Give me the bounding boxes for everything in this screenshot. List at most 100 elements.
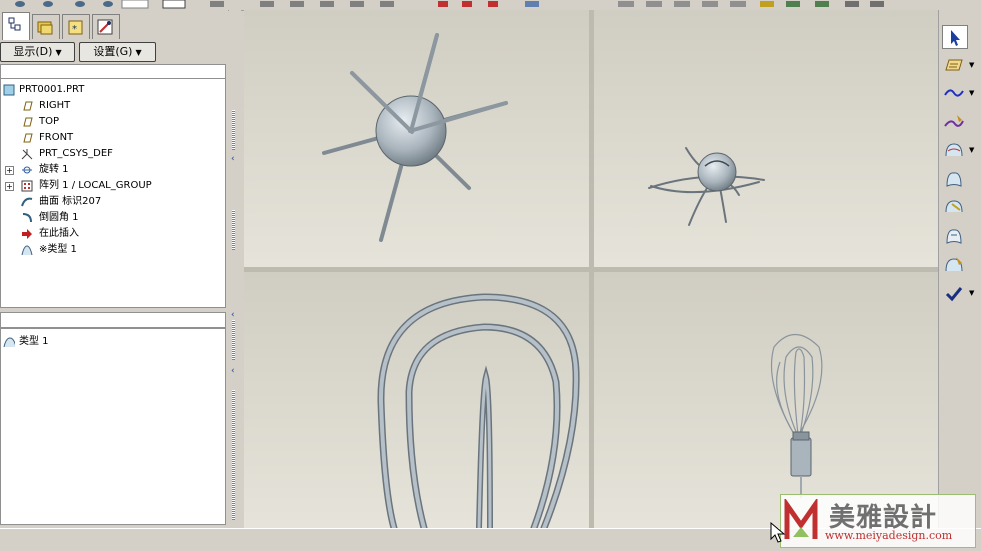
watermark: 美雅設計 www.meiyadesign.com (780, 494, 976, 548)
sketched-datum-button[interactable] (942, 54, 966, 76)
tree-item[interactable]: ※类型 1 (1, 242, 221, 258)
sash-grip[interactable] (232, 110, 235, 150)
tree-item[interactable]: 倒圆角 1 (1, 210, 221, 226)
select-arrow-button[interactable] (942, 25, 968, 49)
revolve-icon (22, 166, 32, 174)
chevron-down-icon: ▼ (55, 48, 62, 57)
select-arrow-icon (951, 30, 960, 46)
datum-plane-icon (23, 117, 33, 127)
surface-edit-button[interactable] (942, 225, 966, 247)
expand-toggle-icon[interactable]: + (5, 182, 14, 191)
sketched-datum-icon (945, 59, 963, 70)
viewport-bottom-right[interactable] (594, 272, 938, 528)
surface-trim-icon (945, 200, 963, 213)
tree-item-label: FRONT (39, 132, 74, 143)
surface-trim-button[interactable] (942, 196, 966, 218)
collapse-left-icon[interactable]: ‹ (231, 154, 235, 164)
tree-item-label: PRT0001.PRT (19, 84, 85, 95)
datum-curve-icon (944, 89, 964, 97)
surface-analysis-button[interactable] (942, 253, 966, 275)
whisk-front-zoom-graphic (377, 293, 580, 528)
sketch-curve-icon (944, 114, 964, 127)
confirm-check-button[interactable] (942, 282, 966, 304)
collapse-left-icon[interactable]: ‹ (231, 310, 235, 320)
show-menu-button[interactable]: 显示(D) ▼ (0, 42, 75, 62)
tree-item[interactable]: 曲面 标识207 (1, 194, 221, 210)
sash-grip[interactable] (232, 390, 235, 520)
right-feature-toolbar: ▼ ▼ ▼ ▼ (938, 10, 981, 528)
tree-item-label: 曲面 标识207 (39, 196, 102, 207)
tree-item[interactable]: + 阵列 1 / LOCAL_GROUP (1, 178, 221, 194)
sash-grip[interactable] (232, 320, 235, 360)
favorites-icon: * (68, 20, 83, 35)
panel-sash[interactable]: ‹ ‹ ‹ (229, 10, 241, 528)
svg-text:*: * (72, 24, 77, 35)
model-tree-icon (8, 17, 21, 31)
mouse-cursor-icon (770, 522, 786, 543)
whisk-end-view-graphic (322, 33, 508, 242)
tree-item[interactable]: FRONT (1, 130, 221, 146)
viewport-divider-horizontal[interactable] (244, 267, 938, 272)
style-surface-icon (945, 143, 963, 157)
tree-item[interactable]: TOP (1, 114, 221, 130)
tab-folder-browser[interactable] (32, 14, 60, 39)
model-tree: PRT0001.PRT RIGHT TOP FRONT PRT_CSYS_DEF + 旋转 … (0, 78, 226, 308)
dropdown-arrow-icon[interactable]: ▼ (969, 146, 974, 154)
datum-plane-icon (23, 133, 33, 143)
collapse-left-icon[interactable]: ‹ (231, 366, 235, 376)
tab-connections[interactable] (92, 14, 120, 39)
sash-grip[interactable] (232, 210, 235, 250)
show-menu-label: 显示(D) (13, 45, 53, 58)
datum-curve-button[interactable] (942, 82, 966, 104)
tree-item-label: 阵列 1 / LOCAL_GROUP (39, 180, 152, 191)
confirm-check-icon (945, 286, 963, 301)
style-surface-button[interactable] (942, 139, 966, 161)
watermark-logo (784, 499, 818, 539)
viewport-top-left[interactable] (244, 10, 589, 267)
tree-item-label: TOP (39, 116, 60, 127)
tab-favorites[interactable]: * (62, 14, 90, 39)
tree-item[interactable]: PRT0001.PRT (1, 82, 221, 98)
sketch-curve-button[interactable] (942, 111, 966, 133)
surface-analysis-icon (945, 257, 963, 272)
part-icon (3, 84, 15, 96)
navigator-tabs: * (0, 12, 228, 40)
layer-filter-strip (0, 312, 226, 328)
whisk-side-view-graphic (771, 333, 823, 498)
tree-item-label: 倒圆角 1 (39, 212, 79, 223)
dropdown-arrow-icon[interactable]: ▼ (969, 61, 974, 69)
boundary-surface-button[interactable] (942, 168, 966, 190)
insert-here-icon (22, 229, 32, 239)
csys-icon (21, 149, 33, 160)
tree-item-label: ※类型 1 (39, 244, 77, 255)
navigator-menus: 显示(D) ▼ 设置(G) ▼ (0, 42, 228, 62)
chevron-down-icon: ▼ (135, 48, 142, 57)
folder-icon (37, 21, 53, 35)
viewport-bottom-left[interactable] (244, 272, 589, 528)
surface-icon (21, 197, 33, 207)
settings-menu-button[interactable]: 设置(G) ▼ (79, 42, 156, 62)
tree-item[interactable]: + 旋转 1 (1, 162, 221, 178)
boundary-blend-icon (21, 245, 33, 256)
top-toolbar-icons[interactable] (0, 0, 981, 10)
round-icon (22, 213, 32, 223)
whisk-iso-view-graphic (648, 147, 765, 226)
dropdown-arrow-icon[interactable]: ▼ (969, 289, 974, 297)
tree-item-label: RIGHT (39, 100, 71, 111)
watermark-url: www.meiyadesign.com (825, 529, 953, 542)
layer-item-label: 类型 1 (19, 336, 49, 347)
boundary-blend-icon (3, 337, 15, 348)
expand-toggle-icon[interactable]: + (5, 166, 14, 175)
tree-item[interactable]: 在此插入 (1, 226, 221, 242)
tree-item[interactable]: PRT_CSYS_DEF (1, 146, 221, 162)
tree-item-label: PRT_CSYS_DEF (39, 148, 113, 159)
dropdown-arrow-icon[interactable]: ▼ (969, 89, 974, 97)
layer-panel: 类型 1 (0, 328, 226, 525)
pattern-icon (21, 180, 33, 192)
tree-item-label: 旋转 1 (39, 164, 69, 175)
tree-item[interactable]: RIGHT (1, 98, 221, 114)
layer-item[interactable]: 类型 1 (1, 334, 221, 350)
viewport-top-right[interactable] (594, 10, 938, 267)
tab-model-tree[interactable] (2, 12, 30, 40)
navigator-panel: * 显示(D) ▼ 设置(G) ▼ PRT0001.PRT RIGHT TOP FRONT… (0, 10, 228, 528)
